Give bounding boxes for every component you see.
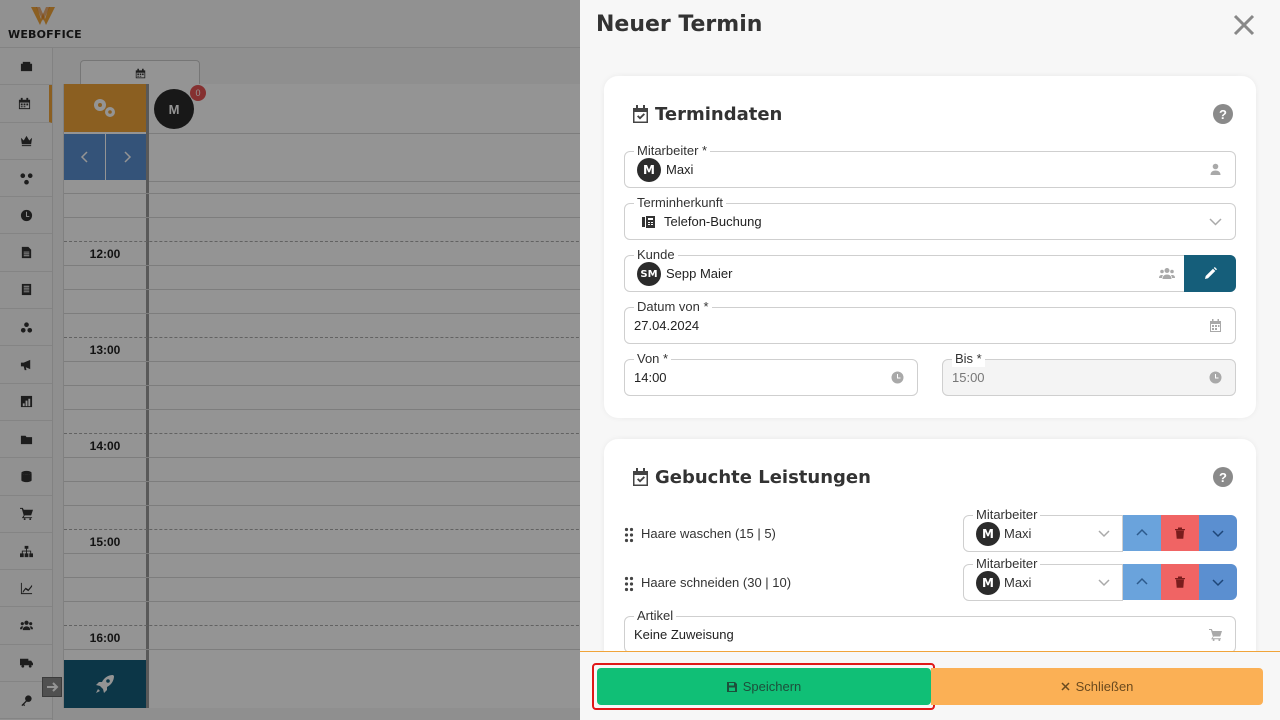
avatar: M bbox=[976, 522, 1000, 546]
avatar: SM bbox=[637, 262, 661, 286]
chevron-down-icon bbox=[1209, 215, 1222, 228]
move-down-button[interactable] bbox=[1199, 564, 1237, 600]
service-staff-select[interactable]: Mitarbeiter M Maxi bbox=[963, 507, 1123, 552]
field-label: Von * bbox=[634, 351, 672, 367]
drag-handle-icon[interactable] bbox=[624, 576, 634, 592]
avatar: M bbox=[976, 571, 1000, 595]
new-appointment-modal: Neuer Termin Termindaten ? Mitarbeiter *… bbox=[580, 0, 1280, 720]
group-users-icon bbox=[1159, 267, 1175, 280]
floppy-disk-icon bbox=[726, 681, 737, 692]
services-heading: Gebuchte Leistungen bbox=[655, 467, 871, 488]
calendar-check-icon bbox=[633, 105, 648, 123]
staff-field[interactable]: Mitarbeiter * M Maxi bbox=[624, 143, 1236, 188]
start-time-value: 14:00 bbox=[634, 370, 667, 385]
delete-service-button[interactable] bbox=[1161, 564, 1199, 600]
calendar-icon bbox=[1209, 319, 1222, 332]
help-button[interactable]: ? bbox=[1213, 467, 1233, 487]
trash-icon bbox=[1175, 527, 1185, 539]
appointment-data-card: Termindaten ? Mitarbeiter * M Maxi Termi… bbox=[604, 76, 1256, 418]
staff-value: Maxi bbox=[666, 162, 694, 177]
field-label: Kunde bbox=[634, 247, 678, 263]
field-label: Bis * bbox=[952, 351, 985, 367]
modal-backdrop[interactable] bbox=[0, 0, 580, 720]
end-time-field: Bis * 15:00 bbox=[942, 351, 1236, 396]
field-label: Terminherkunft bbox=[634, 195, 726, 211]
modal-title: Neuer Termin bbox=[596, 12, 763, 37]
field-label: Datum von * bbox=[634, 299, 712, 315]
service-staff-value: Maxi bbox=[1004, 575, 1032, 590]
end-time-value: 15:00 bbox=[952, 370, 985, 385]
service-staff-value: Maxi bbox=[1004, 526, 1032, 541]
field-label: Mitarbeiter * bbox=[634, 143, 711, 159]
edit-customer-button[interactable] bbox=[1184, 255, 1236, 292]
pencil-icon bbox=[1204, 267, 1217, 279]
article-value: Keine Zuweisung bbox=[634, 627, 734, 642]
article-field[interactable]: Artikel Keine Zuweisung bbox=[624, 608, 1236, 653]
close-modal-button[interactable] bbox=[1231, 12, 1257, 38]
customer-value: Sepp Maier bbox=[666, 266, 733, 281]
modal-footer: Speichern Schließen bbox=[580, 651, 1280, 720]
termindaten-heading: Termindaten bbox=[655, 104, 783, 125]
field-label: Mitarbeiter bbox=[973, 556, 1041, 572]
origin-select[interactable]: Terminherkunft Telefon-Buchung bbox=[624, 195, 1236, 240]
move-down-button[interactable] bbox=[1199, 515, 1237, 551]
delete-service-button[interactable] bbox=[1161, 515, 1199, 551]
chevron-down-icon bbox=[1212, 530, 1224, 538]
card-heading: Termindaten bbox=[632, 104, 782, 125]
chevron-up-icon bbox=[1136, 528, 1148, 536]
start-time-field[interactable]: Von * 14:00 bbox=[624, 351, 918, 396]
move-up-button[interactable] bbox=[1123, 564, 1161, 600]
date-value: 27.04.2024 bbox=[634, 318, 700, 333]
origin-value: Telefon-Buchung bbox=[664, 214, 762, 229]
trash-icon bbox=[1175, 576, 1185, 588]
move-up-button[interactable] bbox=[1123, 515, 1161, 551]
customer-field[interactable]: Kunde SM Sepp Maier bbox=[624, 247, 1236, 292]
service-name: Haare waschen (15 | 5) bbox=[641, 526, 776, 541]
service-name: Haare schneiden (30 | 10) bbox=[641, 575, 792, 590]
cart-icon bbox=[1209, 628, 1222, 641]
save-label: Speichern bbox=[742, 679, 802, 694]
service-staff-select[interactable]: Mitarbeiter M Maxi bbox=[963, 556, 1123, 601]
clock-icon bbox=[1209, 371, 1222, 384]
save-button[interactable]: Speichern bbox=[597, 668, 931, 705]
close-icon bbox=[1233, 14, 1255, 36]
person-icon bbox=[1209, 163, 1222, 176]
field-label: Artikel bbox=[634, 608, 677, 624]
calendar-check-icon bbox=[633, 468, 648, 486]
drag-handle-icon[interactable] bbox=[624, 527, 634, 543]
chevron-down-icon bbox=[1098, 576, 1110, 588]
date-field[interactable]: Datum von * 27.04.2024 bbox=[624, 299, 1236, 344]
service-row: Haare waschen (15 | 5) Mitarbeiter M Max… bbox=[624, 507, 1237, 552]
card-heading: Gebuchte Leistungen bbox=[632, 467, 871, 488]
close-button[interactable]: Schließen bbox=[931, 668, 1263, 705]
service-row: Haare schneiden (30 | 10) Mitarbeiter M … bbox=[624, 556, 1237, 601]
chevron-down-icon bbox=[1098, 527, 1110, 539]
avatar: M bbox=[637, 158, 661, 182]
help-button[interactable]: ? bbox=[1213, 104, 1233, 124]
chevron-down-icon bbox=[1212, 579, 1224, 587]
clock-icon bbox=[891, 371, 904, 384]
close-label: Schließen bbox=[1075, 679, 1134, 694]
chevron-up-icon bbox=[1136, 577, 1148, 585]
close-icon bbox=[1061, 682, 1070, 691]
phone-book-icon bbox=[642, 215, 655, 228]
field-label: Mitarbeiter bbox=[973, 507, 1041, 523]
